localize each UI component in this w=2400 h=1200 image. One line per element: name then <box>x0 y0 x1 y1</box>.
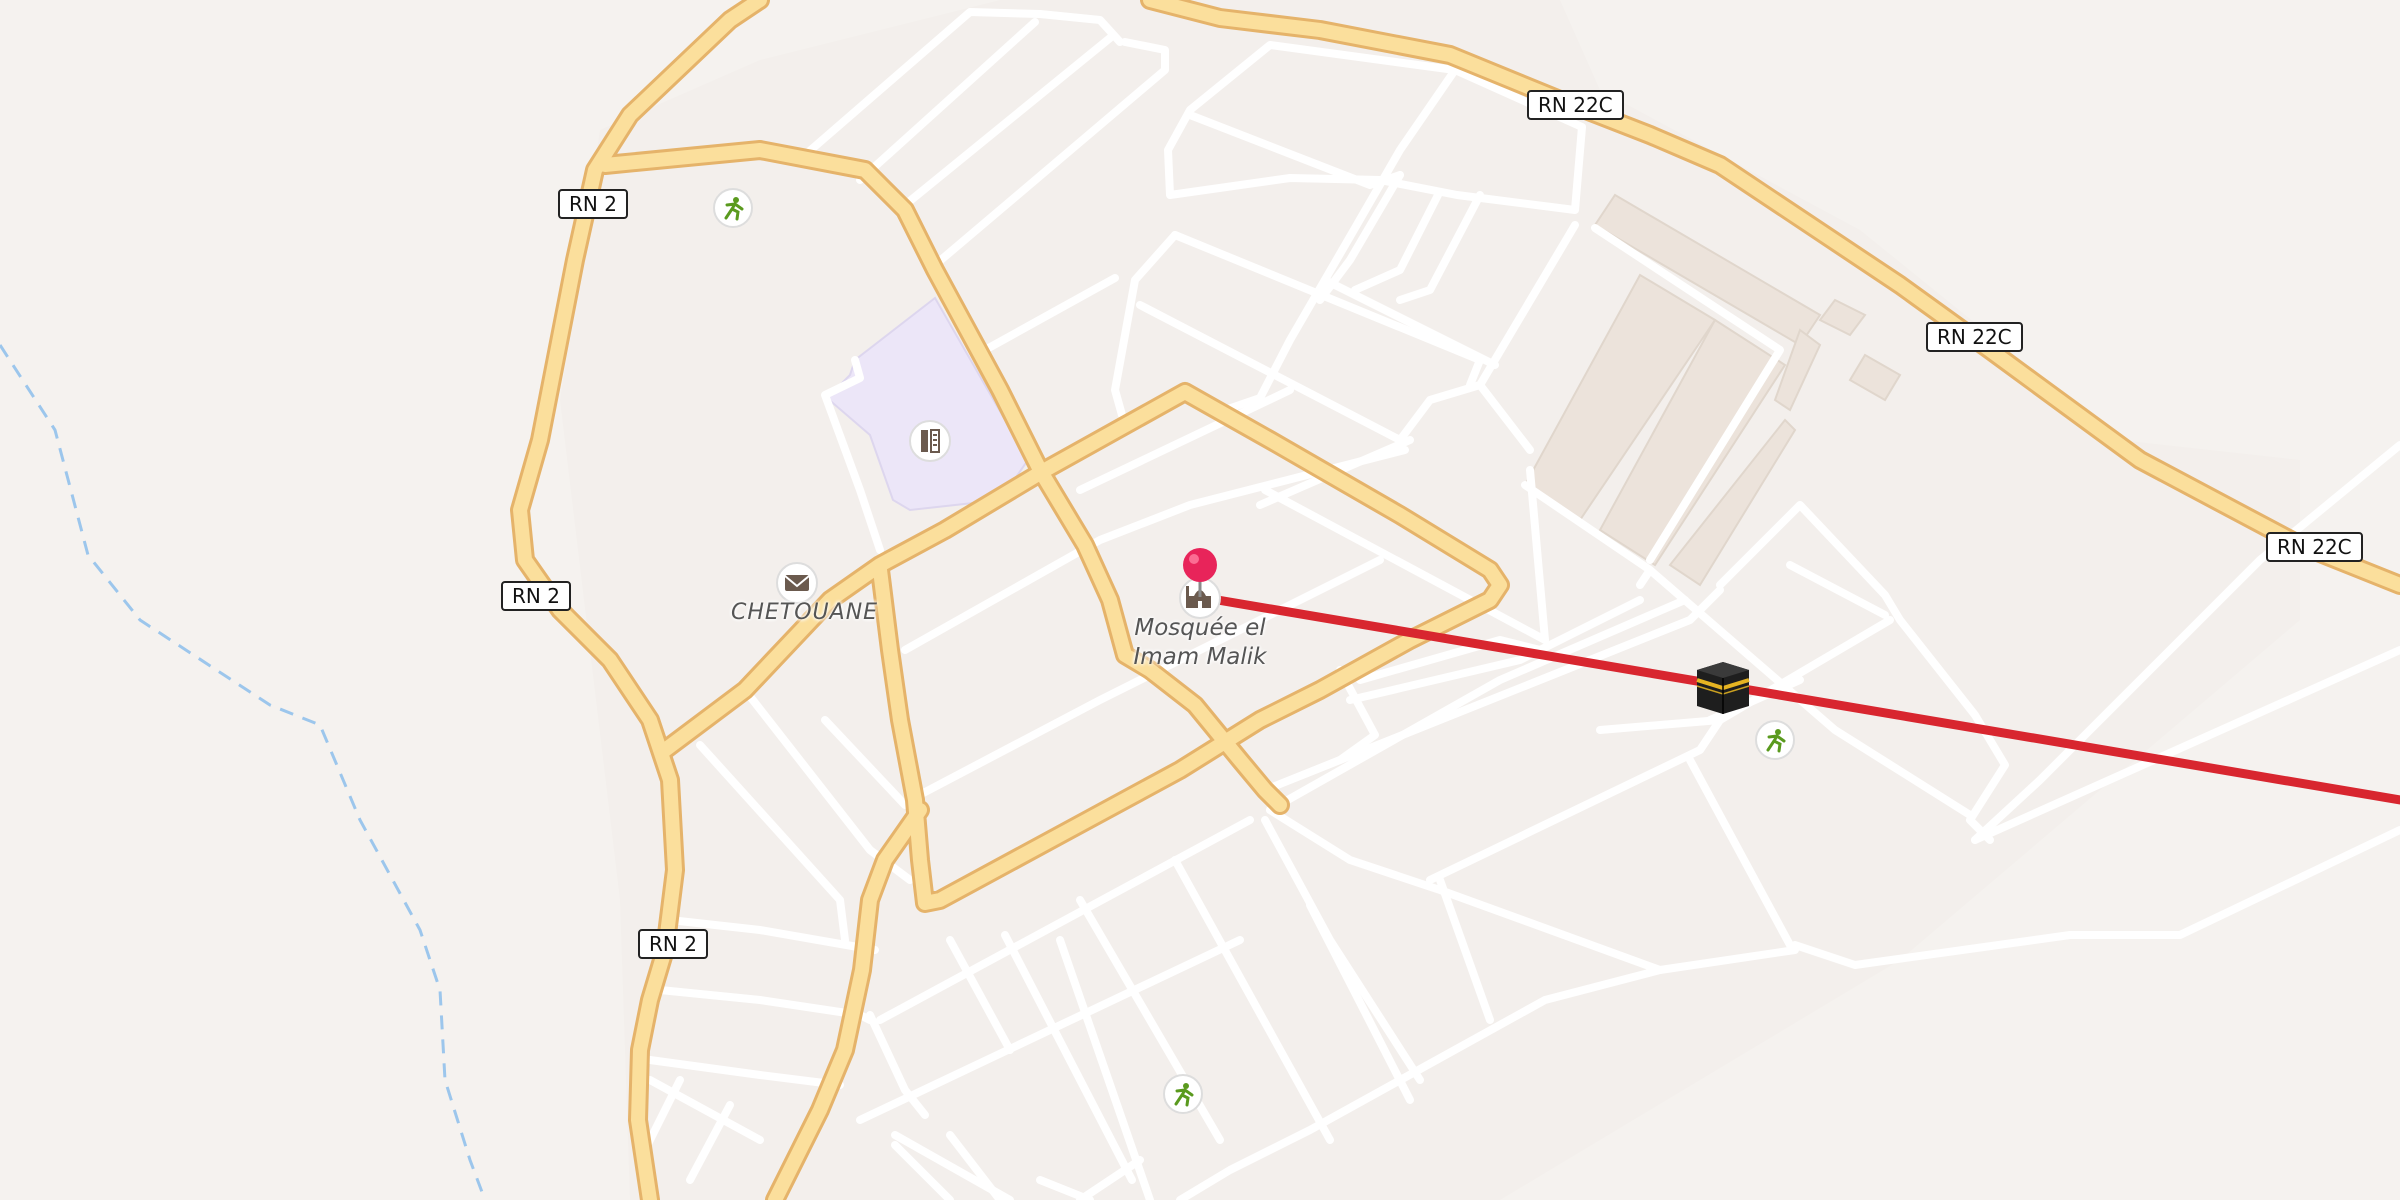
mosque-label-line2: Imam Malik <box>1133 644 1267 670</box>
sport-icon[interactable] <box>1163 1074 1203 1114</box>
map-view[interactable]: RN 22C RN 22C RN 22C RN 2 RN 2 RN 2 CHET… <box>0 0 2400 1200</box>
road-shield-rn2[interactable]: RN 2 <box>501 581 571 611</box>
post-office-icon[interactable] <box>776 562 818 604</box>
road-shield-rn22c[interactable]: RN 22C <box>1527 90 1624 120</box>
school-icon[interactable] <box>909 420 951 462</box>
stream <box>0 344 487 1200</box>
road-shield-rn2[interactable]: RN 2 <box>558 189 628 219</box>
sport-icon[interactable] <box>713 188 753 228</box>
kaaba-icon[interactable] <box>1696 662 1750 714</box>
map-canvas[interactable] <box>0 0 2400 1200</box>
road-shield-rn22c[interactable]: RN 22C <box>2266 532 2363 562</box>
road-shield-rn22c[interactable]: RN 22C <box>1926 322 2023 352</box>
sport-icon[interactable] <box>1755 720 1795 760</box>
mosque-label[interactable]: Mosquée el Imam Malik <box>1115 614 1285 672</box>
mosque-label-line1: Mosquée el <box>1134 615 1266 641</box>
place-label: CHETOUANE <box>731 600 879 625</box>
road-shield-rn2[interactable]: RN 2 <box>638 929 708 959</box>
